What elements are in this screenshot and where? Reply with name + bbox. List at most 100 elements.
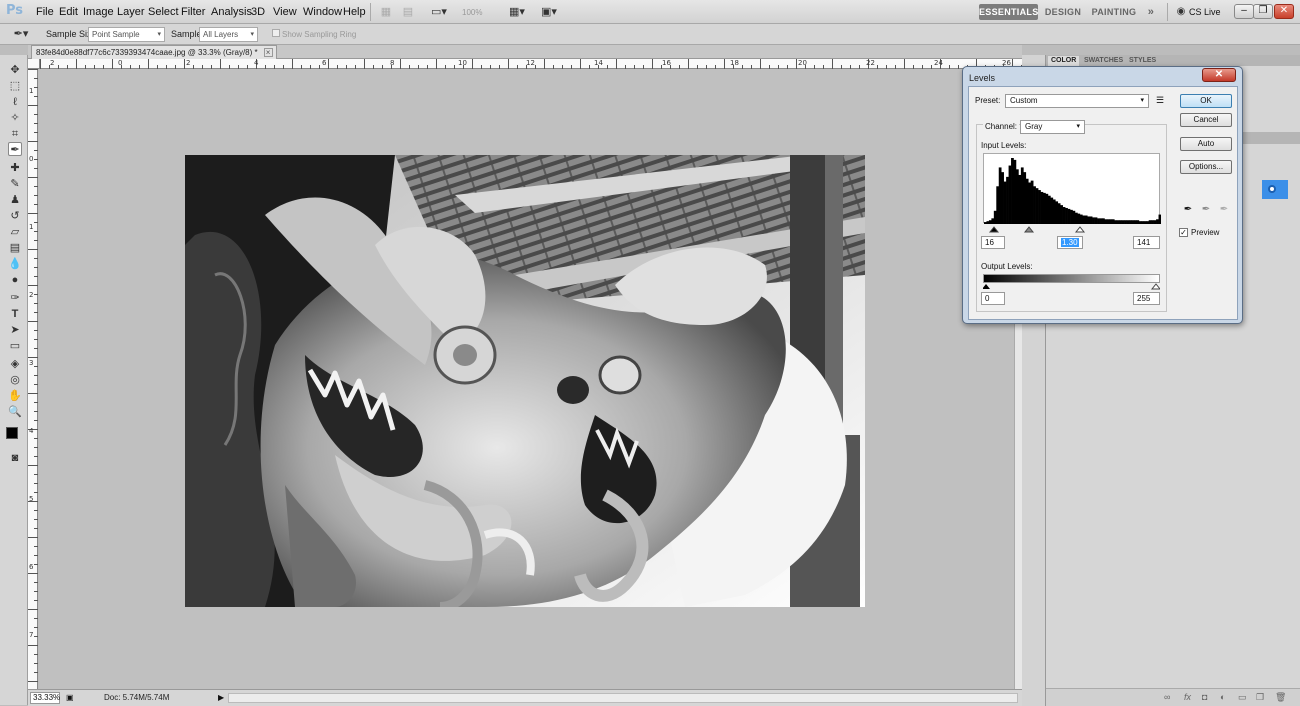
blur-tool-icon[interactable]: 💧: [8, 257, 22, 271]
workspace-painting[interactable]: PAINTING: [1091, 4, 1137, 20]
screen-mode-icon[interactable]: ▣▾: [538, 4, 560, 20]
pen-tool-icon[interactable]: ✑: [8, 291, 22, 305]
input-black-field[interactable]: 16: [981, 236, 1005, 249]
output-levels-slider[interactable]: [983, 283, 1160, 290]
eraser-tool-icon[interactable]: ▱: [8, 225, 22, 239]
view-extras-icon[interactable]: ▭▾: [428, 4, 450, 20]
menu-window[interactable]: Window: [303, 6, 342, 18]
menu-image[interactable]: Image: [83, 6, 114, 18]
tab-color[interactable]: COLOR: [1048, 56, 1080, 66]
auto-button[interactable]: Auto: [1180, 137, 1232, 151]
input-levels-slider[interactable]: [983, 224, 1160, 233]
zoom-level-select[interactable]: 100%: [462, 8, 482, 17]
status-bar: 33.33% ▣ Doc: 5.74M/5.74M ▶: [28, 689, 1022, 706]
sample-select[interactable]: All Layers ▾: [199, 27, 258, 42]
histogram-bar: [1035, 188, 1039, 224]
input-gamma-field[interactable]: 1.30: [1057, 236, 1083, 249]
status-expand-icon[interactable]: ▶: [218, 693, 224, 702]
menu-file[interactable]: File: [36, 6, 54, 18]
ruler-horizontal[interactable]: 2 0 2 4 6 8 10 12 14 16 18 20 22 24 26: [40, 59, 1022, 69]
shape-tool-icon[interactable]: ▭: [8, 339, 22, 353]
clone-stamp-tool-icon[interactable]: ♟: [8, 193, 22, 207]
move-tool-icon[interactable]: ✥: [8, 63, 22, 77]
new-layer-icon[interactable]: ❐: [1256, 692, 1264, 703]
tab-swatches[interactable]: SWATCHES: [1081, 56, 1126, 66]
levels-close-button[interactable]: ✕: [1202, 68, 1236, 82]
ok-button[interactable]: OK: [1180, 94, 1232, 108]
history-brush-tool-icon[interactable]: ↺: [8, 209, 22, 223]
tab-styles[interactable]: STYLES: [1126, 56, 1159, 66]
launch-minibridge-icon[interactable]: ▤: [400, 4, 416, 20]
hand-tool-icon[interactable]: ✋: [8, 389, 22, 403]
layer-visibility-eye-icon[interactable]: [1268, 185, 1276, 193]
output-white-field[interactable]: 255: [1133, 292, 1160, 305]
zoom-tool-icon[interactable]: 🔍: [8, 405, 22, 419]
adjustment-layer-icon[interactable]: ◐: [1220, 692, 1225, 702]
layer-group-icon[interactable]: ▭: [1238, 692, 1247, 703]
input-black-point-handle: [988, 226, 1000, 233]
menu-select[interactable]: Select: [148, 6, 179, 18]
arrange-documents-icon[interactable]: ▦▾: [506, 4, 528, 20]
white-point-eyedropper-icon[interactable]: ✒: [1218, 204, 1230, 216]
quick-mask-icon[interactable]: ◙: [8, 451, 22, 465]
preview-checkbox[interactable]: ✓: [1179, 228, 1188, 237]
gradient-tool-icon[interactable]: ▤: [8, 241, 22, 255]
output-black-field[interactable]: 0: [981, 292, 1005, 305]
canvas-horizontal-scrollbar[interactable]: [228, 693, 1018, 703]
window-restore-button[interactable]: ❐: [1253, 4, 1273, 19]
document-tab-close-icon[interactable]: ×: [263, 48, 273, 57]
status-menu-icon[interactable]: ▣: [66, 693, 74, 702]
menu-layer[interactable]: Layer: [117, 6, 145, 18]
document-image[interactable]: [185, 155, 865, 607]
menu-filter[interactable]: Filter: [181, 6, 205, 18]
menu-help[interactable]: Help: [343, 6, 366, 18]
app-logo: Ps: [6, 3, 24, 18]
ruler-horizontal-label: 20: [798, 59, 807, 67]
zoom-level-field[interactable]: 33.33%: [30, 692, 60, 704]
link-layers-icon[interactable]: ∞: [1164, 692, 1170, 702]
histogram-bar: [1011, 158, 1014, 224]
input-white-field[interactable]: 141: [1133, 236, 1160, 249]
path-selection-tool-icon[interactable]: ➤: [8, 323, 22, 337]
workspace-design[interactable]: DESIGN: [1044, 4, 1082, 20]
delete-layer-icon[interactable]: 🗑: [1275, 692, 1286, 703]
black-point-eyedropper-icon[interactable]: ✒: [1182, 204, 1194, 216]
3d-orbit-tool-icon[interactable]: ◎: [8, 373, 22, 387]
more-workspaces-button[interactable]: »: [1145, 4, 1157, 20]
window-close-button[interactable]: ✕: [1274, 4, 1294, 19]
menu-edit[interactable]: Edit: [59, 6, 78, 18]
options-button[interactable]: Options...: [1180, 160, 1232, 174]
foreground-color-swatch[interactable]: [6, 427, 18, 439]
brush-tool-icon[interactable]: ✎: [8, 177, 22, 191]
healing-brush-tool-icon[interactable]: ✚: [8, 161, 22, 175]
workspace-essentials[interactable]: ESSENTIALS: [979, 4, 1038, 20]
dodge-tool-icon[interactable]: ●: [8, 273, 22, 287]
menu-analysis[interactable]: Analysis: [211, 6, 252, 18]
preset-options-icon[interactable]: ☰: [1156, 95, 1164, 106]
type-tool-icon[interactable]: T: [8, 307, 22, 321]
tool-preset-picker[interactable]: ✒▾: [10, 26, 32, 42]
layer-mask-icon[interactable]: ◘: [1202, 692, 1207, 702]
menu-3d[interactable]: 3D: [251, 6, 265, 18]
gray-point-eyedropper-icon[interactable]: ✒: [1200, 204, 1212, 216]
marquee-tool-icon[interactable]: ⬚: [8, 79, 22, 93]
ruler-origin[interactable]: [28, 59, 40, 69]
layer-style-icon[interactable]: fx: [1184, 692, 1191, 702]
sample-size-select[interactable]: Point Sample ▾: [88, 27, 165, 42]
preset-select[interactable]: Custom ▾: [1005, 94, 1149, 108]
menu-view[interactable]: View: [273, 6, 297, 18]
histogram-bar: [1040, 191, 1044, 224]
lasso-tool-icon[interactable]: ℓ: [8, 95, 22, 109]
crop-tool-icon[interactable]: ⌗: [8, 127, 22, 141]
channel-select[interactable]: Gray ▾: [1020, 120, 1085, 134]
cs-live-menu[interactable]: CS Live: [1189, 7, 1221, 17]
cancel-button[interactable]: Cancel: [1180, 113, 1232, 127]
ruler-vertical[interactable]: 1 0 1 2 3 4 5 6 7: [28, 69, 38, 689]
sampling-ring-checkbox[interactable]: [272, 29, 280, 37]
window-minimize-button[interactable]: ‒: [1234, 4, 1254, 19]
eyedropper-tool-icon[interactable]: ✒: [8, 142, 22, 156]
document-tab[interactable]: 83fe84d0e88df77c6c7339393474caae.jpg @ 3…: [31, 45, 277, 59]
quick-select-tool-icon[interactable]: ✧: [8, 111, 22, 125]
launch-bridge-icon[interactable]: ▦: [378, 4, 394, 20]
3d-rotate-tool-icon[interactable]: ◈: [8, 357, 22, 371]
